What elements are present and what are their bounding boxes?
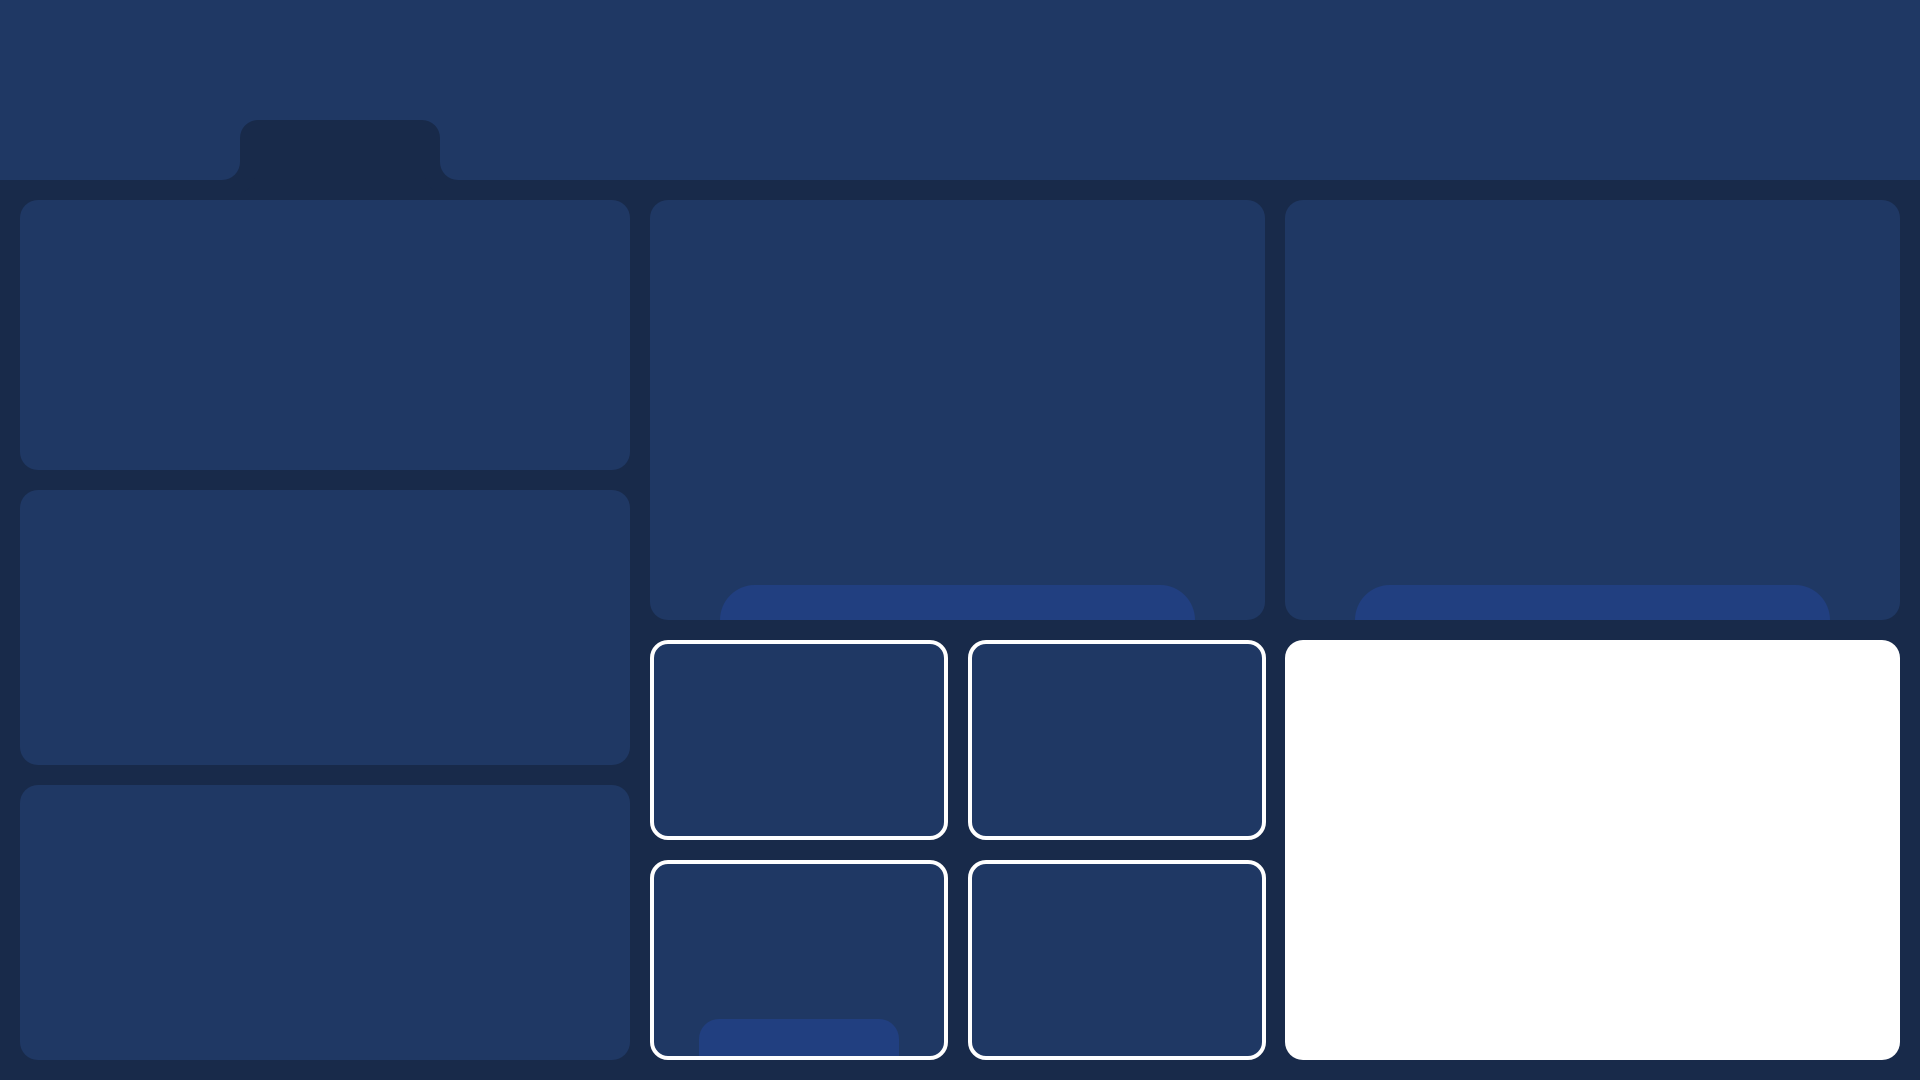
card-1[interactable] [650,640,948,840]
top-right-panel [1285,200,1900,620]
card-3[interactable] [650,860,948,1060]
card-4[interactable] [968,860,1266,1060]
top-right-panel-tab[interactable] [1355,585,1830,620]
tab-active[interactable] [240,120,440,180]
left-panel-3 [20,785,630,1060]
header-bar [0,0,1920,180]
app-window [0,0,1920,1080]
card-2[interactable] [968,640,1266,840]
left-panel-2 [20,490,630,765]
white-panel [1285,640,1900,1060]
card-3-tab[interactable] [699,1019,899,1056]
left-panel-1 [20,200,630,470]
top-middle-panel [650,200,1265,620]
top-middle-panel-tab[interactable] [720,585,1195,620]
